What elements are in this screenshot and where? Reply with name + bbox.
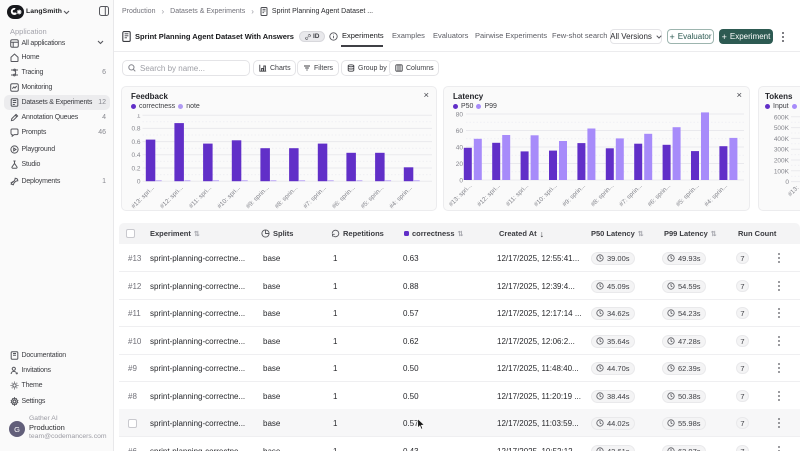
svg-text:200K: 200K bbox=[774, 158, 790, 165]
svg-text:#13: spri...: #13: spri... bbox=[448, 182, 474, 208]
svg-text:#7: sprin...: #7: sprin... bbox=[302, 184, 328, 210]
svg-text:600K: 600K bbox=[774, 114, 790, 121]
svg-text:#7: sprin...: #7: sprin... bbox=[618, 182, 644, 208]
svg-text:#8: sprin...: #8: sprin... bbox=[590, 182, 616, 208]
svg-text:0.6: 0.6 bbox=[131, 139, 140, 146]
svg-text:40: 40 bbox=[456, 145, 464, 152]
svg-text:#13:: #13: bbox=[787, 184, 800, 198]
svg-text:1: 1 bbox=[137, 114, 141, 120]
svg-text:#12: spri...: #12: spri... bbox=[159, 184, 185, 210]
svg-text:60: 60 bbox=[456, 128, 464, 135]
svg-text:#9: sprin...: #9: sprin... bbox=[561, 182, 587, 208]
svg-text:#10: spri...: #10: spri... bbox=[533, 182, 559, 208]
svg-text:#6: sprin...: #6: sprin... bbox=[331, 184, 357, 210]
svg-text:500K: 500K bbox=[774, 125, 790, 132]
svg-text:0.2: 0.2 bbox=[131, 165, 140, 172]
svg-text:#10: spri...: #10: spri... bbox=[216, 184, 242, 210]
svg-text:#9: sprin...: #9: sprin... bbox=[245, 184, 271, 210]
svg-text:#11: spri...: #11: spri... bbox=[505, 182, 531, 208]
svg-text:100K: 100K bbox=[774, 168, 790, 175]
svg-text:0: 0 bbox=[785, 179, 789, 186]
svg-text:#5: sprin...: #5: sprin... bbox=[675, 182, 701, 208]
svg-text:#13: spri...: #13: spri... bbox=[130, 184, 156, 210]
svg-text:#6: sprin...: #6: sprin... bbox=[646, 182, 672, 208]
svg-text:20: 20 bbox=[456, 161, 464, 168]
svg-text:0: 0 bbox=[137, 179, 141, 186]
svg-text:#4: sprin...: #4: sprin... bbox=[703, 182, 729, 208]
svg-text:#4: sprin...: #4: sprin... bbox=[388, 184, 414, 210]
svg-text:400K: 400K bbox=[774, 136, 790, 143]
svg-text:#11: spri...: #11: spri... bbox=[188, 184, 214, 210]
svg-text:0.4: 0.4 bbox=[131, 152, 140, 159]
svg-text:0: 0 bbox=[459, 178, 463, 185]
svg-text:#5: sprin...: #5: sprin... bbox=[360, 184, 386, 210]
svg-text:#12: spri...: #12: spri... bbox=[476, 182, 502, 208]
svg-text:0.8: 0.8 bbox=[131, 126, 140, 133]
svg-text:#8: sprin...: #8: sprin... bbox=[274, 184, 300, 210]
svg-text:300K: 300K bbox=[774, 147, 790, 154]
svg-text:80: 80 bbox=[456, 112, 464, 119]
